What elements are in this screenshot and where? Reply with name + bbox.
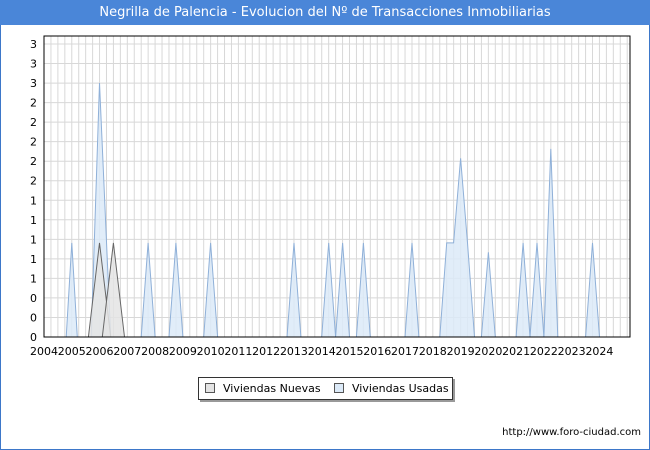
x-tick-label: 2015 <box>335 345 363 358</box>
x-tick-label: 2008 <box>141 345 169 358</box>
x-tick-label: 2007 <box>113 345 141 358</box>
footer-url[interactable]: http://www.foro-ciudad.com <box>502 427 641 438</box>
y-tick-label: 2 <box>30 175 37 188</box>
y-tick-label: 2 <box>30 116 37 129</box>
legend-swatch-usadas <box>334 383 344 393</box>
x-tick-label: 2009 <box>169 345 197 358</box>
x-tick-label: 2016 <box>363 345 391 358</box>
legend: Viviendas Nuevas Viviendas Usadas <box>198 377 453 400</box>
x-tick-label: 2022 <box>530 345 558 358</box>
y-tick-label: 3 <box>30 38 37 51</box>
y-tick-label: 1 <box>30 253 37 266</box>
x-tick-label: 2019 <box>447 345 475 358</box>
x-tick-label: 2010 <box>197 345 225 358</box>
x-tick-label: 2014 <box>308 345 336 358</box>
y-tick-label: 2 <box>30 155 37 168</box>
x-tick-label: 2012 <box>252 345 280 358</box>
x-tick-label: 2024 <box>585 345 613 358</box>
y-tick-label: 3 <box>30 77 37 90</box>
y-tick-label: 0 <box>30 292 37 305</box>
x-tick-label: 2004 <box>30 345 58 358</box>
plot-area <box>44 36 630 337</box>
y-tick-label: 1 <box>30 233 37 246</box>
y-tick-label: 0 <box>30 311 37 324</box>
x-tick-label: 2011 <box>224 345 252 358</box>
y-tick-label: 1 <box>30 214 37 227</box>
legend-item-nuevas: Viviendas Nuevas <box>205 378 321 399</box>
y-tick-label: 2 <box>30 136 37 149</box>
legend-item-usadas: Viviendas Usadas <box>334 378 449 399</box>
legend-label-nuevas: Viviendas Nuevas <box>223 382 321 395</box>
x-tick-label: 2023 <box>558 345 586 358</box>
x-tick-label: 2005 <box>58 345 86 358</box>
y-tick-label: 3 <box>30 58 37 71</box>
y-tick-label: 1 <box>30 194 37 207</box>
y-tick-label: 0 <box>30 331 37 344</box>
x-tick-label: 2013 <box>280 345 308 358</box>
legend-swatch-nuevas <box>205 383 215 393</box>
x-tick-label: 2006 <box>86 345 114 358</box>
x-tick-label: 2020 <box>474 345 502 358</box>
x-tick-label: 2018 <box>419 345 447 358</box>
y-tick-label: 1 <box>30 272 37 285</box>
x-tick-label: 2021 <box>502 345 530 358</box>
x-tick-label: 2017 <box>391 345 419 358</box>
y-tick-label: 2 <box>30 97 37 110</box>
legend-label-usadas: Viviendas Usadas <box>352 382 449 395</box>
